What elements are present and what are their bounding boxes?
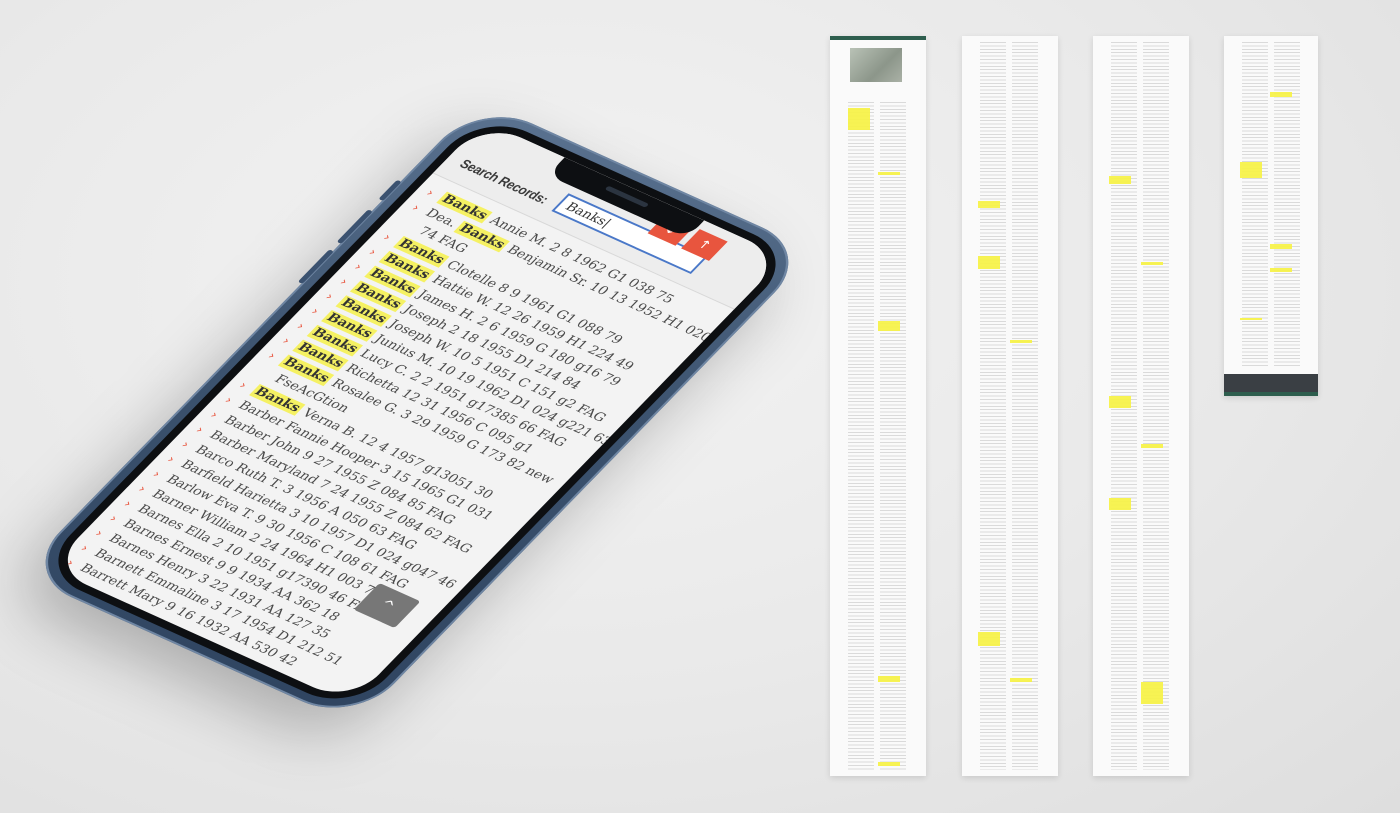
chevron-right-icon: › <box>120 497 136 510</box>
phone-mockup-scene: Search Records: ↓ ↑ ›Banks Annie M. 2 8 … <box>0 0 1400 813</box>
chevron-right-icon: › <box>293 319 309 333</box>
chevron-right-icon: › <box>408 201 424 214</box>
chevron-right-icon: › <box>178 438 193 451</box>
chevron-up-icon: ^ <box>375 597 399 614</box>
chevron-right-icon: › <box>322 290 337 303</box>
phone-device: Search Records: ↓ ↑ ›Banks Annie M. 2 8 … <box>19 100 815 725</box>
chevron-right-icon: › <box>264 349 280 362</box>
chevron-right-icon: › <box>135 482 150 495</box>
chevron-right-icon: › <box>380 230 395 244</box>
chevron-right-icon: › <box>308 304 323 318</box>
chevron-right-icon: › <box>207 408 222 421</box>
chevron-right-icon: › <box>423 186 438 199</box>
chevron-right-icon: › <box>106 512 121 525</box>
chevron-right-icon: › <box>149 467 165 481</box>
chevron-right-icon: › <box>351 260 366 273</box>
chevron-right-icon: › <box>164 452 179 466</box>
chevron-right-icon: › <box>92 526 107 540</box>
chevron-right-icon: › <box>77 541 93 555</box>
arrow-up-icon: ↑ <box>693 237 715 254</box>
phone-screen: Search Records: ↓ ↑ ›Banks Annie M. 2 8 … <box>48 120 786 704</box>
chevron-right-icon: › <box>221 393 237 407</box>
chevron-right-icon: › <box>336 275 352 288</box>
chevron-right-icon: › <box>279 334 294 347</box>
chevron-right-icon: › <box>192 423 208 436</box>
chevron-right-icon: › <box>236 378 251 392</box>
chevron-right-icon: › <box>365 245 381 259</box>
search-label: Search Records: <box>456 156 553 207</box>
